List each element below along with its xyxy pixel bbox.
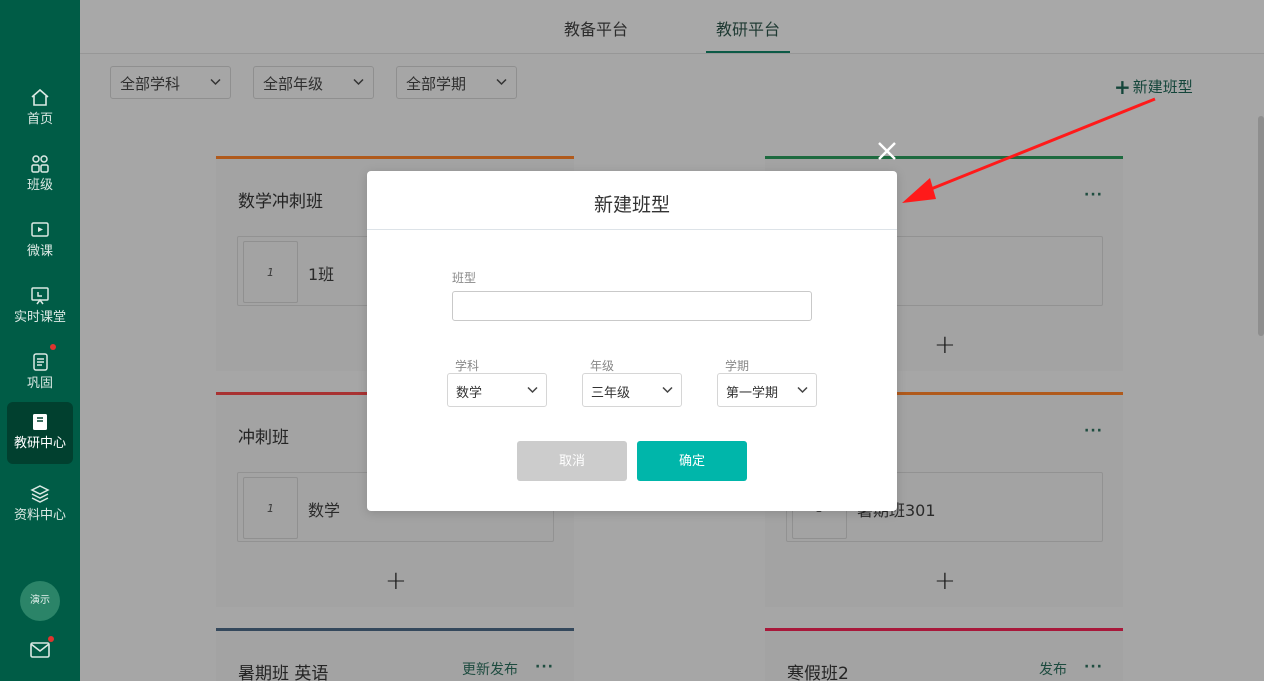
more-menu-button[interactable]: ··· [1084, 187, 1103, 203]
tab-teaching-research[interactable]: 教研平台 [716, 16, 780, 40]
sidebar-item-label: 实时课堂 [13, 310, 66, 325]
sidebar-item-label: 微课 [26, 244, 53, 259]
card-title: 寒假班2 [787, 664, 849, 681]
class-item-thumbnail: 1 [243, 241, 298, 303]
grade-filter[interactable]: 全部年级 [253, 66, 374, 99]
close-icon[interactable] [876, 140, 898, 162]
new-class-type-label: 新建班型 [1132, 78, 1193, 96]
sidebar-item-label: 教研中心 [13, 436, 66, 451]
more-menu-button[interactable]: ··· [1084, 659, 1103, 675]
new-class-type-button[interactable]: + 新建班型 [1114, 75, 1193, 99]
live-class-icon [30, 286, 50, 306]
subject-select-value: 数学 [456, 386, 483, 401]
tab-lesson-prep[interactable]: 教备平台 [564, 16, 628, 40]
research-icon [30, 412, 50, 432]
sidebar-item-label: 巩固 [26, 376, 53, 391]
layers-icon [30, 484, 50, 504]
card-title: 数学冲刺班 [238, 192, 323, 212]
scrollbar[interactable] [1258, 116, 1264, 336]
sidebar: 首页 班级 微课 实时课堂 巩固 教研中心 资料中心 演示 [0, 0, 80, 681]
subject-filter[interactable]: 全部学科 [110, 66, 231, 99]
grade-select-value: 三年级 [591, 386, 631, 401]
mail-icon[interactable] [30, 641, 50, 659]
term-filter[interactable]: 全部学期 [396, 66, 517, 99]
term-select[interactable]: 第一学期 [717, 373, 817, 407]
sidebar-item-resource-center[interactable]: 资料中心 [7, 474, 73, 536]
avatar[interactable]: 演示 [20, 581, 60, 621]
class-type-input[interactable] [452, 291, 812, 321]
chevron-down-icon [797, 386, 808, 394]
class-type-label: 班型 [452, 271, 477, 285]
card-color-bar [216, 628, 574, 631]
class-type-card: 寒假班2 发布 ··· [765, 628, 1123, 681]
sidebar-item-class[interactable]: 班级 [7, 144, 73, 206]
chevron-down-icon [496, 78, 507, 86]
card-title: 冲刺班 [238, 428, 289, 448]
sidebar-item-micro-lesson[interactable]: 微课 [7, 210, 73, 272]
subject-select[interactable]: 数学 [447, 373, 547, 407]
publish-button[interactable]: 发布 [1039, 659, 1067, 679]
sidebar-item-research-center[interactable]: 教研中心 [7, 402, 73, 464]
micro-lesson-icon [30, 220, 50, 240]
active-tab-indicator [706, 51, 790, 53]
term-label: 学期 [725, 359, 750, 373]
class-item-thumbnail: 1 [243, 477, 298, 539]
dialog-title: 新建班型 [593, 194, 670, 216]
grade-label: 年级 [590, 359, 615, 373]
notification-dot [48, 636, 54, 642]
update-publish-button[interactable]: 更新发布 [462, 659, 518, 679]
card-title: 暑期班 英语 [238, 664, 329, 681]
more-menu-button[interactable]: ··· [1084, 423, 1103, 439]
add-class-button[interactable]: + [385, 568, 407, 594]
chevron-down-icon [662, 386, 673, 394]
subject-filter-value: 全部学科 [120, 75, 181, 93]
sidebar-item-label: 班级 [26, 178, 53, 193]
subject-label: 学科 [455, 359, 480, 373]
top-tab-bar: 教备平台 教研平台 [80, 0, 1264, 54]
card-color-bar [216, 156, 574, 159]
sidebar-item-live-class[interactable]: 实时课堂 [7, 276, 73, 338]
term-filter-value: 全部学期 [406, 75, 467, 93]
grade-filter-value: 全部年级 [263, 75, 324, 93]
new-class-type-dialog: 新建班型 班型 学科 数学 年级 三年级 学期 第一学期 取消 确定 [367, 171, 897, 511]
term-select-value: 第一学期 [726, 386, 779, 401]
sidebar-item-label: 首页 [26, 112, 53, 127]
class-type-card: 暑期班 英语 更新发布 ··· [216, 628, 574, 681]
cancel-button[interactable]: 取消 [517, 441, 627, 481]
card-color-bar [765, 156, 1123, 159]
divider [367, 229, 897, 230]
sidebar-item-label: 资料中心 [13, 508, 66, 523]
class-icon [30, 154, 50, 174]
add-class-button[interactable]: + [934, 332, 956, 358]
grade-select[interactable]: 三年级 [582, 373, 682, 407]
class-item-name: 数学 [308, 501, 341, 520]
chevron-down-icon [353, 78, 364, 86]
sidebar-item-home[interactable]: 首页 [7, 78, 73, 140]
chevron-down-icon [210, 78, 221, 86]
more-menu-button[interactable]: ··· [535, 659, 554, 675]
plus-icon: + [1114, 75, 1131, 99]
chevron-down-icon [527, 386, 538, 394]
notification-dot [50, 344, 56, 350]
sidebar-item-practice[interactable]: 巩固 [7, 342, 73, 404]
add-class-button[interactable]: + [934, 568, 956, 594]
class-item-name: 1班 [308, 265, 335, 284]
home-icon [30, 88, 50, 108]
practice-icon [30, 352, 50, 372]
card-color-bar [765, 628, 1123, 631]
confirm-button[interactable]: 确定 [637, 441, 747, 481]
